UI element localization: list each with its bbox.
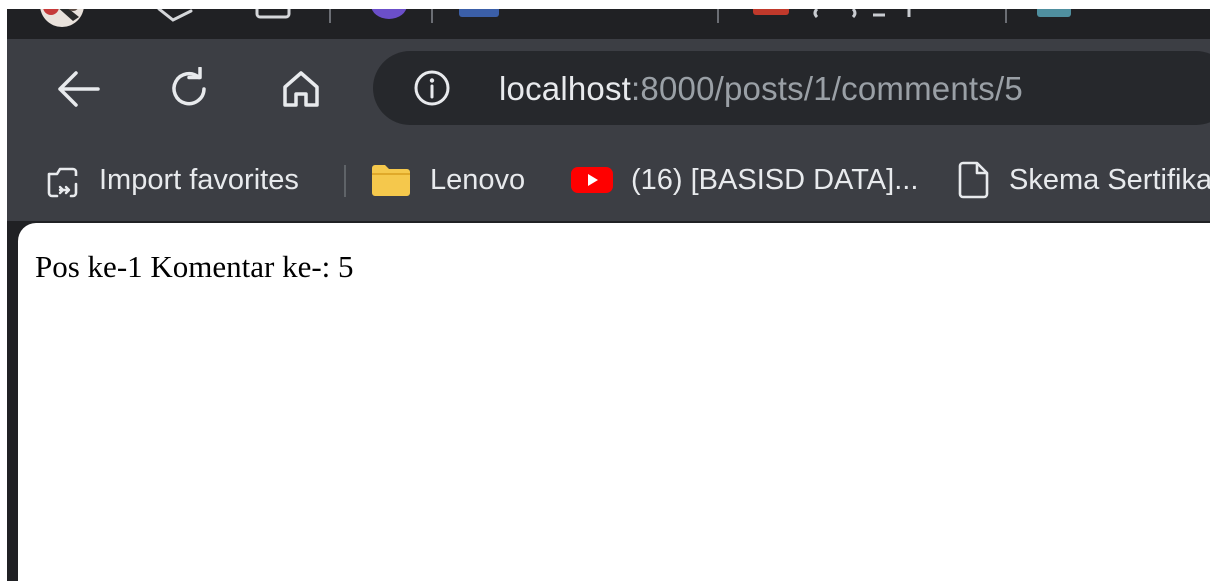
url-path: :8000/posts/1/comments/5 — [631, 70, 1023, 107]
bookmark-label: Lenovo — [430, 163, 526, 196]
tab-separator — [1005, 9, 1007, 23]
bookmark-label: Skema Sertifika — [1009, 163, 1210, 196]
bookmarks-bar: Import favorites Lenovo (16) [BASISD DAT… — [7, 139, 1210, 221]
tab-favicon-icon[interactable] — [751, 9, 791, 19]
bookmark-import-favorites[interactable]: Import favorites — [41, 159, 299, 201]
toolbar: localhost:8000/posts/1/comments/5 — [7, 39, 1210, 139]
reload-button[interactable] — [163, 63, 215, 115]
bookmark-youtube[interactable]: (16) [BASISD DATA]... — [571, 159, 918, 201]
tab-title-fragment-icon — [813, 9, 911, 19]
bookmark-folder-lenovo[interactable]: Lenovo — [370, 159, 525, 201]
youtube-icon — [571, 167, 613, 193]
profile-avatar-icon[interactable] — [29, 9, 95, 27]
tab-separator — [431, 9, 433, 23]
bookmark-skema-sertifika[interactable]: Skema Sertifika — [957, 159, 1210, 201]
back-button[interactable] — [51, 63, 103, 115]
bookmark-label: (16) [BASISD DATA]... — [631, 163, 919, 196]
tab-favicon-icon[interactable] — [457, 9, 501, 19]
address-bar[interactable]: localhost:8000/posts/1/comments/5 — [373, 51, 1210, 125]
home-icon — [283, 71, 319, 107]
bookmarks-separator — [344, 165, 346, 197]
bookmark-label: Import favorites — [99, 163, 299, 196]
tab-favicon-icon[interactable] — [367, 9, 411, 21]
home-button[interactable] — [275, 63, 327, 115]
import-favorites-icon — [47, 167, 78, 198]
arrow-left-icon — [58, 71, 100, 107]
tab-separator — [329, 9, 331, 23]
folder-icon — [372, 165, 410, 196]
browser-window: localhost:8000/posts/1/comments/5 Import… — [7, 9, 1210, 581]
reload-icon — [172, 67, 206, 106]
info-circle-icon — [414, 70, 450, 106]
comment-text: Pos ke-1 Komentar ke-: 5 — [35, 249, 354, 284]
url-host: localhost — [499, 70, 632, 107]
tab-actions-icon[interactable] — [155, 9, 197, 23]
site-info-button[interactable] — [413, 69, 451, 107]
url-text[interactable]: localhost:8000/posts/1/comments/5 — [499, 69, 1023, 109]
document-icon — [958, 161, 989, 199]
tab-favicon-icon[interactable] — [1035, 9, 1075, 19]
tab-strip — [7, 9, 1210, 39]
tab-separator — [717, 9, 719, 23]
collections-icon[interactable] — [253, 9, 295, 21]
page-viewport: Pos ke-1 Komentar ke-: 5 — [18, 223, 1210, 581]
